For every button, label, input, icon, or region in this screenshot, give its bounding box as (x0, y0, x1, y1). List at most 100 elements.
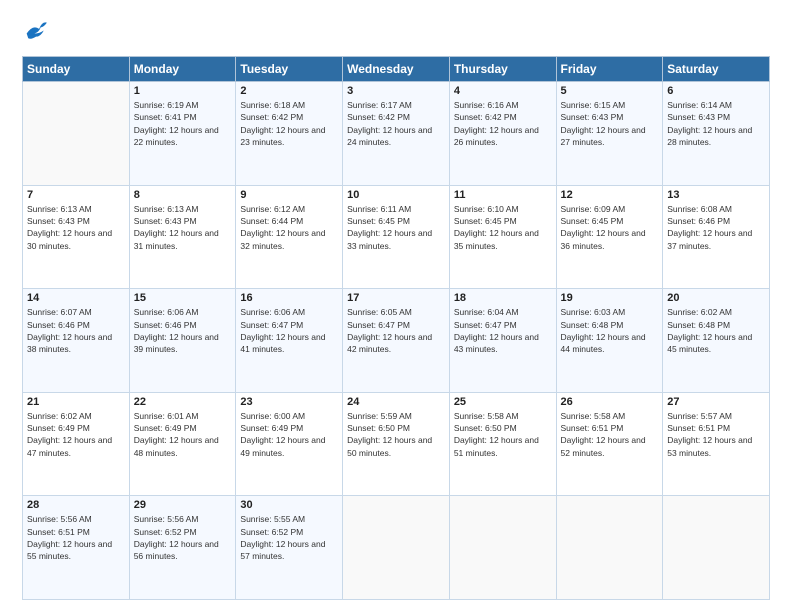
calendar-cell: 9 Sunrise: 6:12 AMSunset: 6:44 PMDaylight… (236, 185, 343, 289)
calendar-cell (663, 496, 770, 600)
day-number: 8 (134, 189, 232, 201)
day-info: Sunrise: 6:17 AMSunset: 6:42 PMDaylight:… (347, 99, 445, 148)
day-number: 6 (667, 85, 765, 97)
day-info: Sunrise: 6:11 AMSunset: 6:45 PMDaylight:… (347, 203, 445, 252)
calendar-cell: 4 Sunrise: 6:16 AMSunset: 6:42 PMDaylight… (449, 82, 556, 186)
calendar-cell: 3 Sunrise: 6:17 AMSunset: 6:42 PMDaylight… (343, 82, 450, 186)
day-info: Sunrise: 5:58 AMSunset: 6:50 PMDaylight:… (454, 410, 552, 459)
day-number: 29 (134, 499, 232, 511)
day-number: 14 (27, 292, 125, 304)
day-info: Sunrise: 6:07 AMSunset: 6:46 PMDaylight:… (27, 306, 125, 355)
calendar-cell: 7 Sunrise: 6:13 AMSunset: 6:43 PMDaylight… (23, 185, 130, 289)
logo-icon (22, 18, 50, 46)
calendar-cell: 13Sunrise: 6:08 AMSunset: 6:46 PMDayligh… (663, 185, 770, 289)
calendar-cell: 16 Sunrise: 6:06 AMSunset: 6:47 PMDayligh… (236, 289, 343, 393)
day-info: Sunrise: 6:01 AMSunset: 6:49 PMDaylight:… (134, 410, 232, 459)
calendar-cell: 18Sunrise: 6:04 AMSunset: 6:47 PMDayligh… (449, 289, 556, 393)
day-info: Sunrise: 5:58 AMSunset: 6:51 PMDaylight:… (561, 410, 659, 459)
weekday-header: Sunday (23, 57, 130, 82)
day-number: 26 (561, 396, 659, 408)
day-info: Sunrise: 6:03 AMSunset: 6:48 PMDaylight:… (561, 306, 659, 355)
calendar-table: SundayMondayTuesdayWednesdayThursdayFrid… (22, 56, 770, 600)
calendar-cell: 5Sunrise: 6:15 AMSunset: 6:43 PMDaylight… (556, 82, 663, 186)
day-info: Sunrise: 5:59 AMSunset: 6:50 PMDaylight:… (347, 410, 445, 459)
day-info: Sunrise: 6:14 AMSunset: 6:43 PMDaylight:… (667, 99, 765, 148)
calendar-week-row: 7 Sunrise: 6:13 AMSunset: 6:43 PMDaylight… (23, 185, 770, 289)
day-info: Sunrise: 6:13 AMSunset: 6:43 PMDaylight:… (134, 203, 232, 252)
day-number: 20 (667, 292, 765, 304)
calendar-cell: 26 Sunrise: 5:58 AMSunset: 6:51 PMDayligh… (556, 392, 663, 496)
calendar-cell: 22 Sunrise: 6:01 AMSunset: 6:49 PMDayligh… (129, 392, 236, 496)
calendar-cell: 19 Sunrise: 6:03 AMSunset: 6:48 PMDayligh… (556, 289, 663, 393)
calendar-cell: 21Sunrise: 6:02 AMSunset: 6:49 PMDayligh… (23, 392, 130, 496)
day-number: 12 (561, 189, 659, 201)
weekday-header-row: SundayMondayTuesdayWednesdayThursdayFrid… (23, 57, 770, 82)
day-info: Sunrise: 6:04 AMSunset: 6:47 PMDaylight:… (454, 306, 552, 355)
logo (22, 18, 52, 46)
day-info: Sunrise: 6:06 AMSunset: 6:46 PMDaylight:… (134, 306, 232, 355)
day-info: Sunrise: 6:00 AMSunset: 6:49 PMDaylight:… (240, 410, 338, 459)
day-number: 17 (347, 292, 445, 304)
calendar-cell: 8 Sunrise: 6:13 AMSunset: 6:43 PMDaylight… (129, 185, 236, 289)
day-number: 27 (667, 396, 765, 408)
calendar-cell (449, 496, 556, 600)
calendar-week-row: 28 Sunrise: 5:56 AMSunset: 6:51 PMDayligh… (23, 496, 770, 600)
calendar-cell (23, 82, 130, 186)
day-number: 19 (561, 292, 659, 304)
day-number: 3 (347, 85, 445, 97)
day-info: Sunrise: 5:56 AMSunset: 6:51 PMDaylight:… (27, 513, 125, 562)
day-number: 15 (134, 292, 232, 304)
day-number: 9 (240, 189, 338, 201)
calendar-cell: 10 Sunrise: 6:11 AMSunset: 6:45 PMDayligh… (343, 185, 450, 289)
day-number: 25 (454, 396, 552, 408)
calendar-week-row: 1Sunrise: 6:19 AMSunset: 6:41 PMDaylight… (23, 82, 770, 186)
day-info: Sunrise: 6:06 AMSunset: 6:47 PMDaylight:… (240, 306, 338, 355)
day-number: 7 (27, 189, 125, 201)
day-number: 2 (240, 85, 338, 97)
calendar-cell: 1Sunrise: 6:19 AMSunset: 6:41 PMDaylight… (129, 82, 236, 186)
calendar-cell: 25 Sunrise: 5:58 AMSunset: 6:50 PMDayligh… (449, 392, 556, 496)
day-info: Sunrise: 6:09 AMSunset: 6:45 PMDaylight:… (561, 203, 659, 252)
day-number: 28 (27, 499, 125, 511)
calendar-cell: 14 Sunrise: 6:07 AMSunset: 6:46 PMDayligh… (23, 289, 130, 393)
day-info: Sunrise: 5:56 AMSunset: 6:52 PMDaylight:… (134, 513, 232, 562)
day-info: Sunrise: 6:16 AMSunset: 6:42 PMDaylight:… (454, 99, 552, 148)
day-info: Sunrise: 6:13 AMSunset: 6:43 PMDaylight:… (27, 203, 125, 252)
day-number: 22 (134, 396, 232, 408)
day-number: 16 (240, 292, 338, 304)
day-number: 4 (454, 85, 552, 97)
day-number: 23 (240, 396, 338, 408)
calendar-cell: 6 Sunrise: 6:14 AMSunset: 6:43 PMDaylight… (663, 82, 770, 186)
calendar-cell: 29 Sunrise: 5:56 AMSunset: 6:52 PMDayligh… (129, 496, 236, 600)
calendar-cell: 28 Sunrise: 5:56 AMSunset: 6:51 PMDayligh… (23, 496, 130, 600)
day-info: Sunrise: 6:08 AMSunset: 6:46 PMDaylight:… (667, 203, 765, 252)
weekday-header: Saturday (663, 57, 770, 82)
day-number: 10 (347, 189, 445, 201)
header (22, 18, 770, 46)
weekday-header: Wednesday (343, 57, 450, 82)
calendar-cell: 15 Sunrise: 6:06 AMSunset: 6:46 PMDayligh… (129, 289, 236, 393)
calendar-week-row: 14 Sunrise: 6:07 AMSunset: 6:46 PMDayligh… (23, 289, 770, 393)
day-info: Sunrise: 6:05 AMSunset: 6:47 PMDaylight:… (347, 306, 445, 355)
day-info: Sunrise: 6:10 AMSunset: 6:45 PMDaylight:… (454, 203, 552, 252)
day-info: Sunrise: 6:15 AMSunset: 6:43 PMDaylight:… (561, 99, 659, 148)
day-info: Sunrise: 6:12 AMSunset: 6:44 PMDaylight:… (240, 203, 338, 252)
day-info: Sunrise: 6:18 AMSunset: 6:42 PMDaylight:… (240, 99, 338, 148)
page: SundayMondayTuesdayWednesdayThursdayFrid… (0, 0, 792, 612)
calendar-cell: 23 Sunrise: 6:00 AMSunset: 6:49 PMDayligh… (236, 392, 343, 496)
calendar-cell: 27 Sunrise: 5:57 AMSunset: 6:51 PMDayligh… (663, 392, 770, 496)
calendar-week-row: 21Sunrise: 6:02 AMSunset: 6:49 PMDayligh… (23, 392, 770, 496)
calendar-cell: 2 Sunrise: 6:18 AMSunset: 6:42 PMDaylight… (236, 82, 343, 186)
calendar-cell: 20Sunrise: 6:02 AMSunset: 6:48 PMDayligh… (663, 289, 770, 393)
day-info: Sunrise: 5:55 AMSunset: 6:52 PMDaylight:… (240, 513, 338, 562)
calendar-cell: 12 Sunrise: 6:09 AMSunset: 6:45 PMDayligh… (556, 185, 663, 289)
day-info: Sunrise: 5:57 AMSunset: 6:51 PMDaylight:… (667, 410, 765, 459)
day-info: Sunrise: 6:19 AMSunset: 6:41 PMDaylight:… (134, 99, 232, 148)
day-info: Sunrise: 6:02 AMSunset: 6:49 PMDaylight:… (27, 410, 125, 459)
calendar-cell: 30Sunrise: 5:55 AMSunset: 6:52 PMDayligh… (236, 496, 343, 600)
weekday-header: Thursday (449, 57, 556, 82)
weekday-header: Tuesday (236, 57, 343, 82)
calendar-cell: 24Sunrise: 5:59 AMSunset: 6:50 PMDayligh… (343, 392, 450, 496)
day-number: 11 (454, 189, 552, 201)
calendar-cell: 11 Sunrise: 6:10 AMSunset: 6:45 PMDayligh… (449, 185, 556, 289)
